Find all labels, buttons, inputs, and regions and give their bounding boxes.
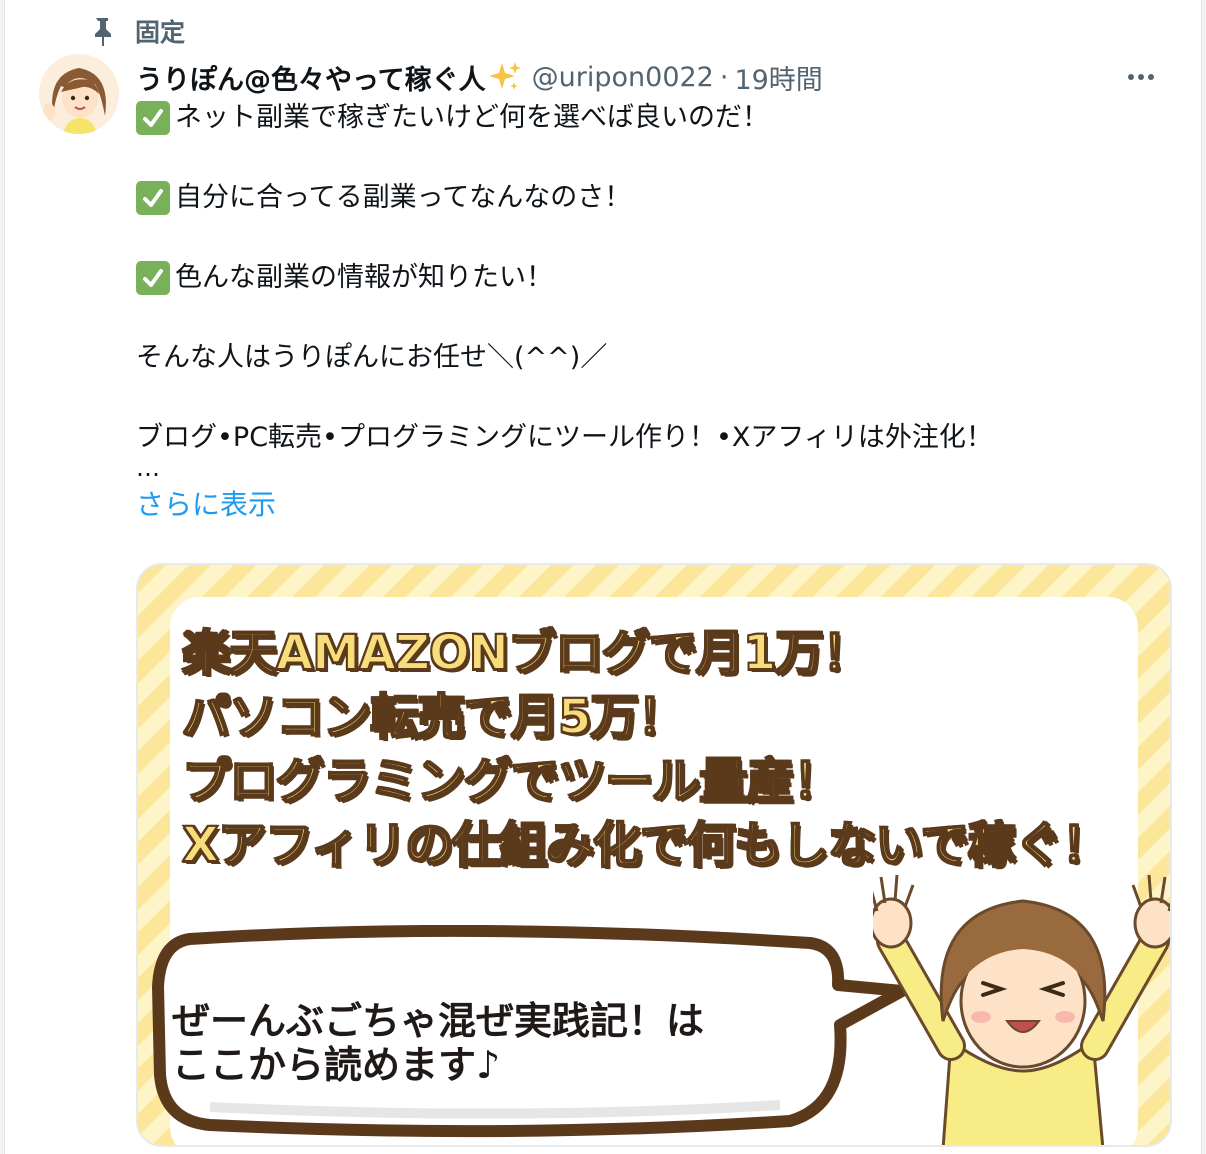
text-line-5: ブログ•PC転売•プログラミングにツール作り！•Xアフィリは外注化！: [136, 422, 993, 453]
more-button[interactable]: [1121, 60, 1161, 94]
text-line-4: そんな人はうりぽんにお任せ＼(^^)／: [136, 342, 608, 373]
avatar[interactable]: [39, 54, 119, 134]
text-line-3: 色んな副業の情報が知りたい！: [175, 262, 553, 293]
display-name[interactable]: うりぽん@色々やって稼ぐ人: [136, 58, 486, 97]
pinned-label: 固定: [135, 18, 186, 47]
promo-line-3: プログラミングでツール量産！: [181, 752, 842, 810]
user-handle[interactable]: @uripon0022: [532, 62, 714, 93]
show-more-link[interactable]: さらに表示: [136, 482, 1141, 526]
check-icon: [136, 101, 170, 135]
bubble-line-2: ここから読めます♪: [172, 1043, 501, 1087]
text-ellipsis: …: [136, 454, 160, 482]
pinned-indicator: 固定: [91, 14, 185, 48]
more-icon: [1128, 74, 1154, 80]
tweet-card[interactable]: 固定 うりぽん@色々やって稼ぐ人 @uripon0022 · 19時間 ネット副…: [4, 0, 1202, 1154]
speech-bubble-text: ぜーんぶごちゃ混ぜ実践記！は ここから読めます♪: [172, 999, 704, 1087]
sparkle-icon: [488, 60, 522, 94]
text-line: ネット副業で稼ぎたいけど何を選べば良いのだ！: [136, 98, 1141, 138]
tweet-text: ネット副業で稼ぎたいけど何を選べば良いのだ！ 自分に合ってる副業ってなんなのさ！…: [136, 98, 1141, 526]
separator-dot: ·: [719, 61, 729, 93]
promo-line-1: 楽天AMAZONブログで月1万！: [181, 624, 871, 682]
text-line-2: 自分に合ってる副業ってなんなのさ！: [175, 182, 632, 213]
timestamp[interactable]: 19時間: [734, 58, 822, 97]
promo-line-4: Xアフィリの仕組み化で何もしないで稼ぐ！: [181, 816, 1111, 874]
pin-icon: [91, 16, 113, 46]
media-image[interactable]: 楽天AMAZONブログで月1万！ パソコン転売で月5万！ プログラミングでツール…: [136, 563, 1172, 1147]
promo-line-2: パソコン転売で月5万！: [181, 688, 686, 746]
text-line: 自分に合ってる副業ってなんなのさ！: [136, 178, 1141, 218]
text-line: 色んな副業の情報が知りたい！: [136, 258, 1141, 298]
tweet-header: うりぽん@色々やって稼ぐ人 @uripon0022 · 19時間: [136, 56, 1161, 98]
bubble-line-1: ぜーんぶごちゃ混ぜ実践記！は: [172, 999, 705, 1043]
check-icon: [136, 261, 170, 295]
check-icon: [136, 181, 170, 215]
text-line-1: ネット副業で稼ぎたいけど何を選べば良いのだ！: [175, 102, 769, 133]
cheering-woman-illustration: [873, 874, 1170, 1145]
